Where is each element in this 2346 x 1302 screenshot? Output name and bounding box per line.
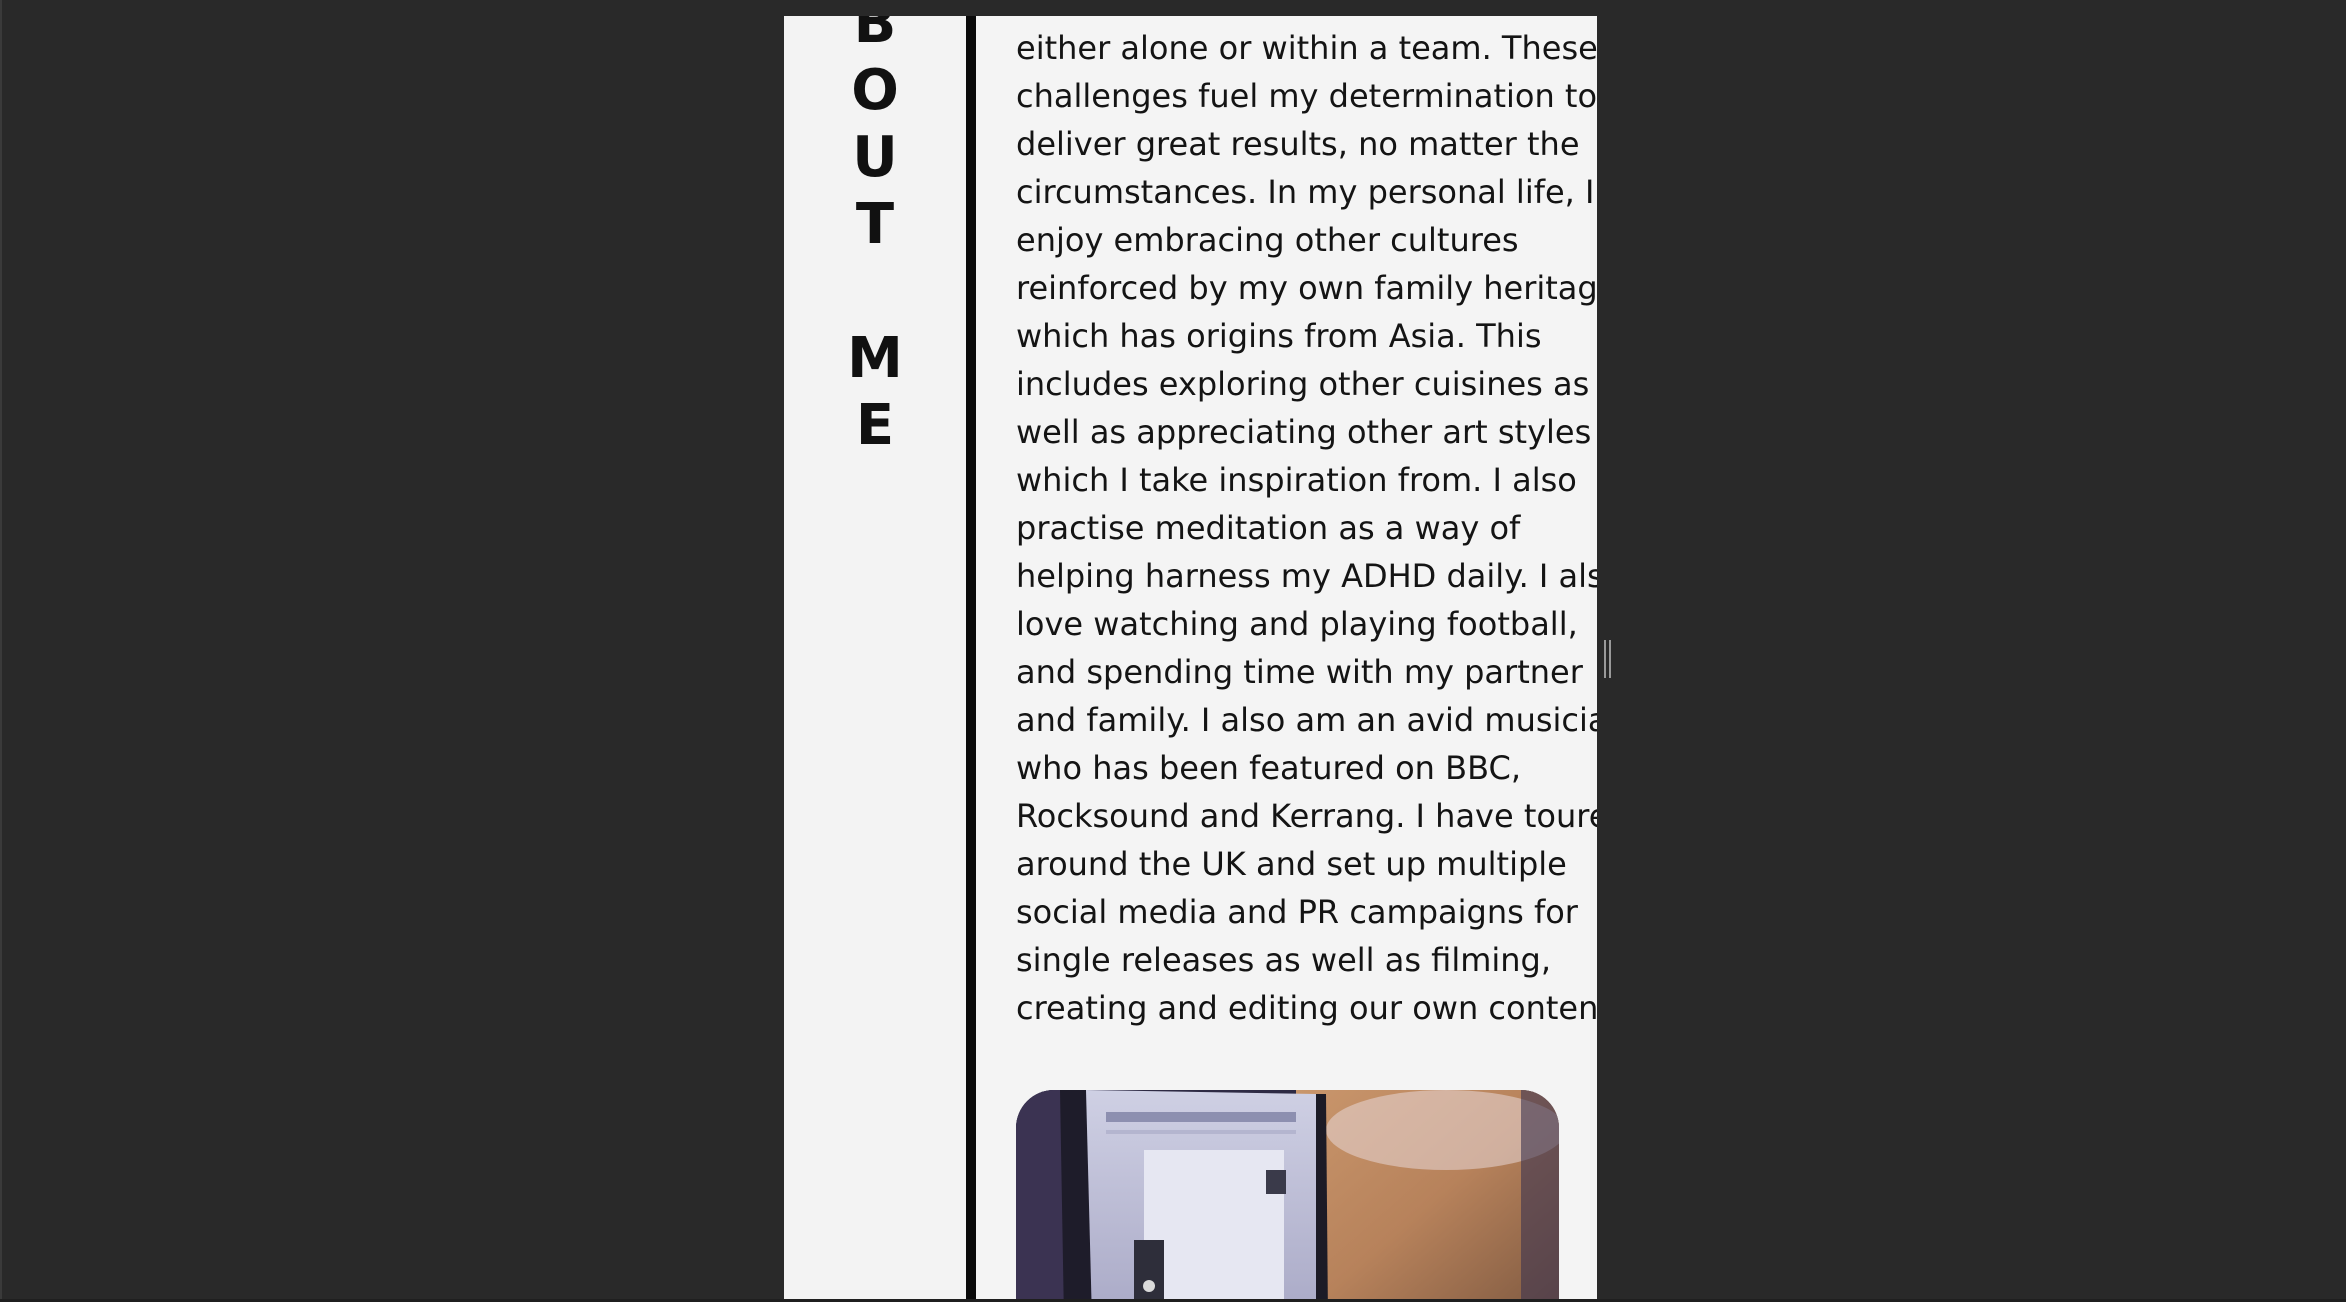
paragraph-line: who has been featured on BBC, [1016,749,1521,787]
paragraph-line: helping harness my ADHD daily. I also [1016,557,1597,595]
title-letter: M [847,326,903,391]
paragraph-line: love watching and playing football, [1016,605,1578,643]
title-letter: E [855,393,895,458]
about-me-sidebar: B O U T M E [784,16,966,1302]
paragraph-line: social media and PR campaigns for [1016,893,1578,931]
paragraph-line: circumstances. In my personal life, I [1016,173,1595,211]
paragraph-line: creating and editing our own content. [1016,989,1597,1027]
resize-grip-icon[interactable] [1604,640,1614,678]
paragraph-line: reinforced by my own family heritage [1016,269,1597,307]
paragraph-line: which has origins from Asia. This [1016,317,1542,355]
paragraph-line: single releases as well as filming, [1016,941,1552,979]
title-letter-gap [784,258,966,325]
paragraph-line: around the UK and set up multiple [1016,845,1567,883]
paragraph-line: and spending time with my partner [1016,653,1583,691]
about-me-content: either alone or within a team. These cha… [976,16,1597,1302]
app-viewport: B O U T M E either alone or within a tea… [0,0,2346,1302]
paragraph-line: practise meditation as a way of [1016,509,1521,547]
paragraph-line: challenges fuel my determination to [1016,77,1597,115]
vertical-section-title: B O U T M E [784,16,966,459]
section-divider [966,16,976,1302]
title-letter: O [851,58,899,123]
paragraph-line: either alone or within a team. These [1016,29,1597,67]
paragraph-line: well as appreciating other art styles [1016,413,1592,451]
paragraph-line: which I take inspiration from. I also [1016,461,1577,499]
title-letter: T [855,192,895,257]
laptop-photo-illustration [1016,1090,1559,1302]
laptop-photo [1016,1090,1559,1302]
paragraph-line: Rocksound and Kerrang. I have toured [1016,797,1597,835]
about-me-paragraph: either alone or within a team. These cha… [1016,24,1597,1032]
paragraph-line: and family. I also am an avid musician [1016,701,1597,739]
paragraph-line: includes exploring other cuisines as [1016,365,1590,403]
paragraph-line: deliver great results, no matter the [1016,125,1580,163]
window-edge [0,0,2,1302]
paragraph-line: enjoy embracing other cultures [1016,221,1519,259]
title-letter: B [853,16,897,56]
about-me-page: B O U T M E either alone or within a tea… [784,16,1597,1302]
title-letter: U [852,125,898,190]
